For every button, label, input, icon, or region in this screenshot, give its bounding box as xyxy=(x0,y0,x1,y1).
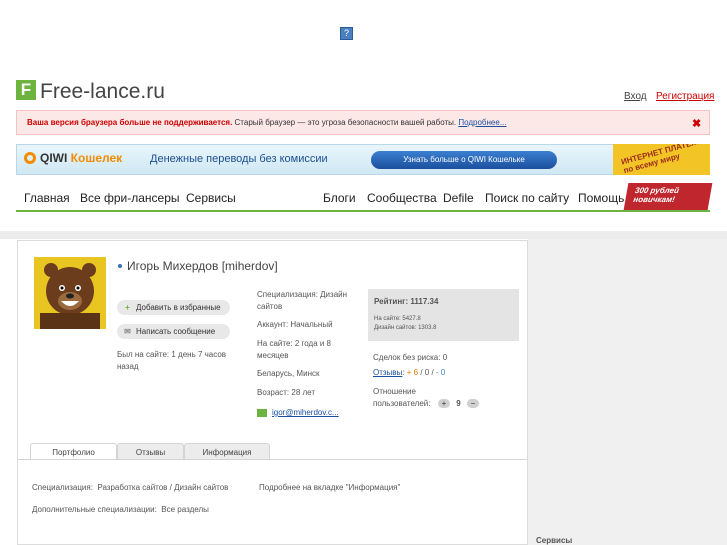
add-favorite-button[interactable]: + Добавить в избранные xyxy=(117,300,230,315)
newbie-promo[interactable]: 300 рублей новичкам! xyxy=(623,183,713,210)
nav-search[interactable]: Поиск по сайту xyxy=(485,191,569,205)
portfolio-spec-value: Разработка сайтов / Дизайн сайтов xyxy=(97,483,229,492)
nav-services[interactable]: Сервисы xyxy=(186,191,236,205)
tab-info[interactable]: Информация xyxy=(184,443,270,460)
register-link[interactable]: Регистрация xyxy=(656,91,714,102)
portfolio-extra-label: Дополнительные специализации: xyxy=(32,505,157,514)
portfolio-extra-value: Все разделы xyxy=(161,505,209,514)
age: Возраст: 28 лет xyxy=(257,388,316,397)
qiwi-more-button[interactable]: Узнать больше о QIWI Кошельке xyxy=(371,151,557,169)
plus-icon: + xyxy=(125,303,130,312)
relation-label: Отношение пользователей: xyxy=(373,387,431,408)
browser-warning: Ваша версия браузера больше не поддержив… xyxy=(16,110,710,135)
safe-deals: Сделок без риска: 0 xyxy=(373,353,448,362)
nav-home[interactable]: Главная xyxy=(24,191,70,205)
last-seen: Был на сайте: 1 день 7 часов назад xyxy=(117,350,227,371)
warning-more-link[interactable]: Подробнее... xyxy=(458,118,506,127)
add-favorite-label: Добавить в избранные xyxy=(136,303,221,312)
online-status-icon xyxy=(118,264,122,268)
portfolio-more-info: Подробнее на вкладке "Информация" xyxy=(259,483,401,492)
reviews-positive: + 6 xyxy=(406,368,419,377)
rating-title: Рейтинг: 1117.34 xyxy=(374,297,439,306)
close-icon[interactable]: ✖ xyxy=(692,117,701,130)
qiwi-promo[interactable]: ИНТЕРНЕТ ПЛАТЕЖИ по всему миру xyxy=(613,144,710,175)
avatar xyxy=(34,257,106,329)
qiwi-logo-icon xyxy=(24,152,36,164)
profile-name: Игорь Михердов [miherdov] xyxy=(118,259,278,273)
vote-plus-button[interactable]: + xyxy=(438,399,450,409)
qiwi-logo: QIWI Кошелек xyxy=(24,151,122,165)
portfolio-spec: Специализация: Разработка сайтов / Дизай… xyxy=(32,483,228,492)
help-icon[interactable]: ? xyxy=(340,27,353,40)
relation-value: 9 xyxy=(456,399,461,408)
qiwi-brand-wallet: Кошелек xyxy=(70,151,123,165)
nav-freelancers[interactable]: Все фри-лансеры xyxy=(80,191,180,205)
nav-help[interactable]: Помощь xyxy=(578,191,624,205)
reviews-neutral: 0 xyxy=(424,368,430,377)
logo-icon[interactable]: F xyxy=(16,80,36,100)
reviews: Отзывы: + 6 / 0 / - 0 xyxy=(373,368,446,377)
rating-sites: Дизайн сайтов: 1303.8 xyxy=(374,325,437,331)
qiwi-slogan: Денежные переводы без комиссии xyxy=(150,153,328,165)
email-link[interactable]: igor@miherdov.c... xyxy=(272,408,339,417)
tab-reviews[interactable]: Отзывы xyxy=(117,443,184,460)
relation-controls: + 9 − xyxy=(438,398,479,410)
profile-name-text: Игорь Михердов [miherdov] xyxy=(127,259,278,273)
content-strip xyxy=(0,231,727,239)
send-message-label: Написать сообщение xyxy=(136,327,216,336)
qiwi-brand: QIWI xyxy=(40,151,68,165)
email-icon xyxy=(257,409,267,417)
tab-portfolio[interactable]: Портфолио xyxy=(30,443,117,460)
portfolio-extra: Дополнительные специализации: Все раздел… xyxy=(32,505,209,514)
rating-site: На сайте: 5427.8 xyxy=(374,316,421,322)
nav-blogs[interactable]: Блоги xyxy=(323,191,356,205)
nav-divider xyxy=(16,210,710,212)
nav-communities[interactable]: Сообщества xyxy=(367,191,437,205)
vote-minus-button[interactable]: − xyxy=(466,399,479,409)
warning-text: Старый браузер — это угроза безопасности… xyxy=(234,118,457,127)
right-services-title: Сервисы xyxy=(536,536,573,545)
account-type: Аккаунт: Начальный xyxy=(257,320,333,329)
nav-defile[interactable]: Defile xyxy=(443,191,474,205)
reviews-negative: - 0 xyxy=(435,368,446,377)
logo-text[interactable]: Free-lance.ru xyxy=(40,80,165,104)
message-icon: ✉ xyxy=(124,327,131,336)
login-link[interactable]: Вход xyxy=(624,91,647,102)
qiwi-promo-text: ИНТЕРНЕТ ПЛАТЕЖИ по всему миру xyxy=(620,144,705,175)
specialization: Специализация: Дизайн сайтов xyxy=(257,290,348,311)
reviews-link[interactable]: Отзывы xyxy=(373,368,402,377)
tabs-divider xyxy=(18,459,527,460)
location: Беларусь, Минск xyxy=(257,369,320,378)
bear-avatar-icon xyxy=(34,257,106,329)
right-sidebar xyxy=(528,239,727,545)
portfolio-spec-label: Специализация: xyxy=(32,483,93,492)
time-on-site: На сайте: 2 года и 8 месяцев xyxy=(257,339,332,360)
send-message-button[interactable]: ✉ Написать сообщение xyxy=(117,324,230,339)
warning-title: Ваша версия браузера больше не поддержив… xyxy=(27,118,233,127)
